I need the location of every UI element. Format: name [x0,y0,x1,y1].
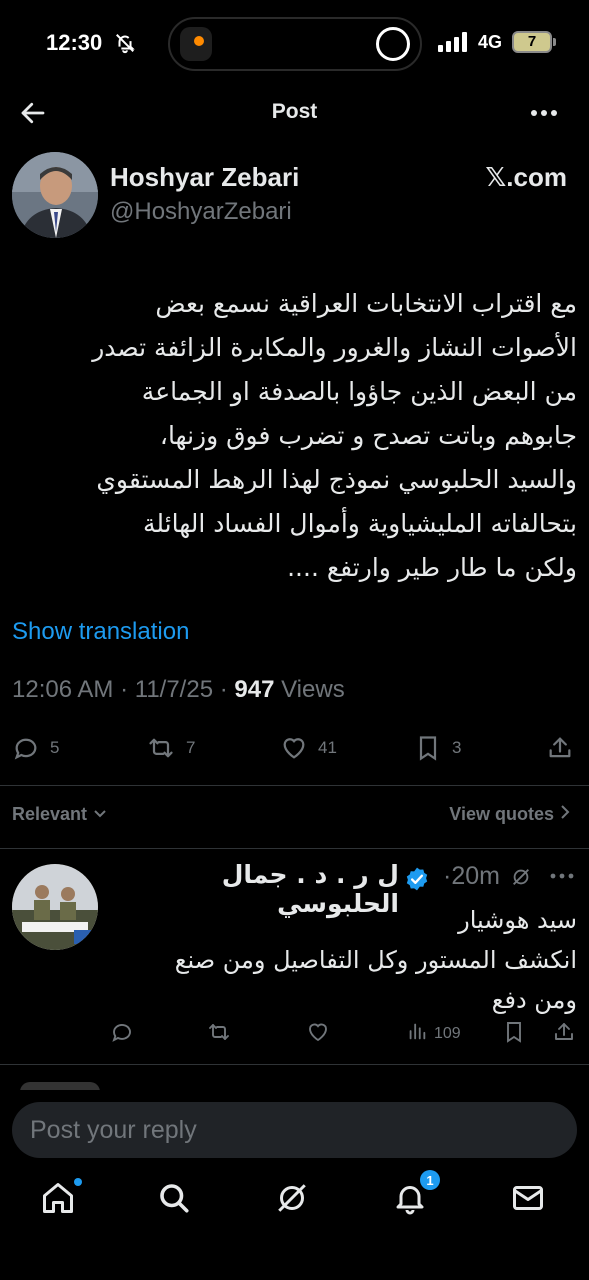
home-unread-dot [74,1178,82,1186]
like-button[interactable]: 41 [280,730,337,766]
share-icon [546,734,574,762]
view-quotes-label: View quotes [449,804,554,824]
bar-chart-icon [406,1020,428,1047]
tab-search[interactable] [156,1180,196,1220]
dynamic-island [168,17,422,71]
status-bar: 12:30 4G 7 [0,0,589,88]
post-text-line: ولكن ما طار طير وارتفع .... [287,553,577,582]
more-options-icon[interactable] [527,98,561,128]
divider [0,1064,589,1065]
grok-icon [274,1180,314,1216]
chevron-right-icon [559,804,571,824]
heart-icon [280,734,308,762]
sort-label: Relevant [12,804,88,824]
tab-notifications[interactable]: 1 [392,1170,440,1220]
author-avatar[interactable] [12,152,98,238]
reply-actions: 109 [108,1020,578,1052]
reply-button[interactable]: 5 [12,730,59,766]
reply-repost-button[interactable] [206,1020,232,1049]
repost-count: 7 [186,738,196,757]
post-text-line: بتحالفاته المليشياوية وأموال الفساد الها… [142,509,577,538]
meta-separator: · [120,676,135,703]
post-time: 12:06 AM [12,676,114,703]
network-type: 4G [478,32,503,52]
grok-icon[interactable] [510,866,532,893]
bookmark-count: 3 [452,738,462,757]
source-label: 𝕏.com [485,162,567,192]
tab-grok[interactable] [274,1180,314,1220]
repost-icon [146,734,176,762]
search-icon [156,1180,196,1216]
tab-home[interactable] [40,1178,82,1220]
post-text-line: من البعض الذين جاؤوا بالصدفة او الجماعة [141,377,577,406]
post-text-line: جابوهم وباتت تصدح و تضرب فوق وزنها، [159,421,577,450]
chevron-down-icon [92,804,108,824]
meta-separator: · [219,676,235,703]
post-text-line: والسيد الحلبوسي نموذج لهذا الرهط المستقو… [96,465,577,494]
post-text-line: مع اقتراب الانتخابات العراقية نسمع بعض [155,289,577,318]
reply-count: 5 [50,738,60,757]
author-handle[interactable]: @HoshyarZebari [110,198,292,226]
bookmark-icon [414,734,442,762]
share-button[interactable] [546,730,574,766]
bookmark-button[interactable]: 3 [414,730,461,766]
tab-messages[interactable] [510,1180,550,1220]
reply-like-button[interactable] [306,1020,330,1049]
reply-text-line: سيد هوشيار [458,906,577,934]
post-text: مع اقتراب الانتخابات العراقية نسمع بعض ا… [12,282,577,590]
reply-views-count: 109 [434,1024,461,1042]
activity-ring-icon [376,27,410,61]
heart-icon [306,1020,330,1049]
sort-relevant-dropdown[interactable]: Relevant [12,804,108,825]
mail-icon [510,1180,550,1216]
author-name[interactable]: Hoshyar Zebari [110,162,299,193]
home-icon [40,1180,80,1216]
reply-views-button[interactable]: 109 [406,1020,461,1047]
reply-text: سيد هوشيار انكشف المستور وكل التفاصيل وم… [108,900,577,1020]
replies-sort-row: Relevant View quotes [0,800,589,830]
views-count: 947 [234,676,275,703]
battery-icon: 7 [512,31,552,53]
status-time: 12:30 [46,30,103,55]
post-text-line: الأصوات النشاز والغرور والمكابرة الزائفة… [92,333,577,362]
reply-author-avatar[interactable] [12,864,98,950]
battery-tip [553,38,556,46]
reply-icon [110,1020,134,1049]
share-icon [552,1020,576,1049]
page-title: Post [271,100,318,123]
divider [0,848,589,849]
reply-header: ل ر . د . جمال الحلبوسي ·20m [108,860,577,918]
reply-text-line: انكشف المستور وكل التفاصيل ومن صنع [174,946,577,974]
live-activity-thumb [180,27,212,61]
reply-reply-button[interactable] [110,1020,134,1049]
like-count: 41 [318,738,337,757]
post-date: 11/7/25 [134,676,214,703]
reply-time: ·20m [443,862,500,890]
reply-text-line: ومن دفع [491,986,577,1014]
views-label: Views [281,676,345,703]
verified-badge-icon [404,866,430,897]
bell-muted-icon [114,32,136,59]
post-actions: 5 7 41 3 [0,730,589,770]
top-bar: Post [0,88,589,138]
repost-icon [206,1020,232,1049]
view-quotes-link[interactable]: View quotes [449,804,571,825]
divider [0,785,589,786]
bookmark-icon [502,1020,526,1049]
post-meta: 12:06 AM · 11/7/25 · 947 Views [12,676,345,704]
signal-icon [438,32,470,57]
reply-share-button[interactable] [552,1020,576,1049]
show-translation-link[interactable]: Show translation [12,618,189,646]
repost-button[interactable]: 7 [146,730,195,766]
reply-more-icon[interactable] [547,864,577,893]
bottom-tab-bar: 1 [0,1090,589,1215]
reply-icon [12,734,40,762]
notifications-badge: 1 [420,1170,440,1190]
battery-level: 7 [527,33,537,50]
reply-bookmark-button[interactable] [502,1020,526,1049]
